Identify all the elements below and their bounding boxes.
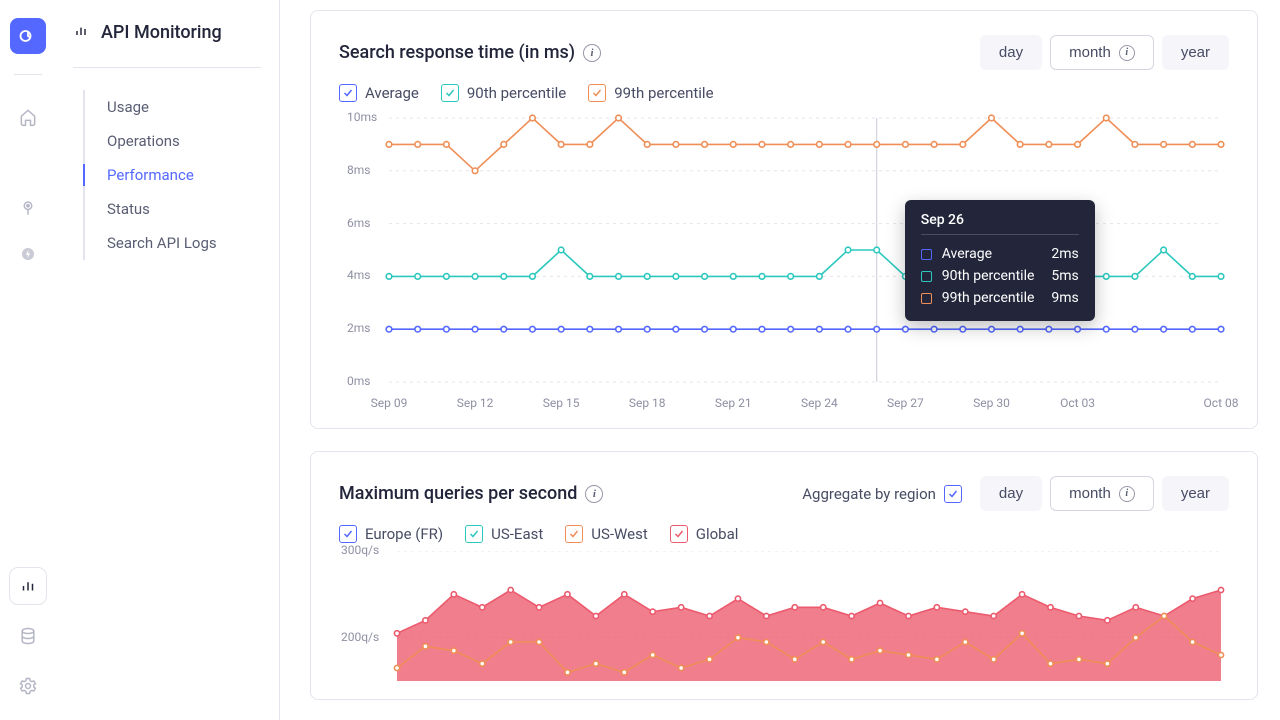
aggregate-by-region[interactable]: Aggregate by region	[802, 485, 962, 503]
icon-rail	[0, 0, 55, 720]
checkbox-icon[interactable]	[588, 84, 606, 102]
legend-item[interactable]: US-West	[565, 525, 647, 543]
card-search-response-time: Search response time (in ms) i day month…	[310, 10, 1258, 429]
info-icon[interactable]: i	[1119, 486, 1135, 502]
checkbox-icon[interactable]	[465, 525, 483, 543]
sidebar-item-status[interactable]: Status	[85, 192, 279, 226]
info-icon[interactable]: i	[583, 44, 601, 62]
legend-item[interactable]: Europe (FR)	[339, 525, 443, 543]
range-day[interactable]: day	[980, 35, 1042, 70]
checkbox-icon[interactable]	[441, 84, 459, 102]
sidebar: API Monitoring UsageOperationsPerformanc…	[55, 0, 280, 720]
checkbox-icon[interactable]	[670, 525, 688, 543]
card-max-qps: Maximum queries per second i Aggregate b…	[310, 451, 1258, 700]
info-icon[interactable]: i	[585, 485, 603, 503]
sidebar-item-performance[interactable]: Performance	[85, 158, 279, 192]
range-day[interactable]: day	[980, 476, 1042, 511]
chart-response-time[interactable]: 0ms2ms4ms6ms8ms10msSep 09Sep 12Sep 15Sep…	[339, 110, 1229, 410]
range-month[interactable]: month i	[1050, 476, 1154, 511]
legend-item[interactable]: Average	[339, 84, 419, 102]
checkbox-icon[interactable]	[339, 84, 357, 102]
analytics-icon[interactable]	[10, 568, 46, 604]
main-content: Search response time (in ms) i day month…	[280, 0, 1280, 720]
sidebar-item-search-api-logs[interactable]: Search API Logs	[85, 226, 279, 260]
checkbox-icon[interactable]	[565, 525, 583, 543]
legend-item[interactable]: Global	[670, 525, 739, 543]
app-logo[interactable]	[10, 18, 46, 54]
card-title: Maximum queries per second i	[339, 483, 603, 504]
range-month[interactable]: month i	[1050, 35, 1154, 70]
gear-icon[interactable]	[10, 668, 46, 704]
checkbox-icon[interactable]	[339, 525, 357, 543]
sidebar-title: API Monitoring	[101, 22, 222, 43]
card-title: Search response time (in ms) i	[339, 42, 601, 63]
legend-item[interactable]: 99th percentile	[588, 84, 713, 102]
sidebar-item-operations[interactable]: Operations	[85, 124, 279, 158]
time-range: day month i year	[980, 35, 1229, 70]
range-year[interactable]: year	[1162, 35, 1229, 70]
pin-icon[interactable]	[10, 190, 46, 226]
sidebar-item-usage[interactable]: Usage	[85, 90, 279, 124]
info-icon[interactable]: i	[1119, 45, 1135, 61]
checkbox-icon[interactable]	[944, 485, 962, 503]
legend-item[interactable]: 90th percentile	[441, 84, 566, 102]
home-icon[interactable]	[10, 99, 46, 135]
zap-icon[interactable]	[10, 236, 46, 272]
chart-max-qps[interactable]: 200q/s300q/s	[339, 551, 1229, 681]
database-icon[interactable]	[10, 618, 46, 654]
bars-icon	[73, 23, 89, 43]
legend-item[interactable]: US-East	[465, 525, 543, 543]
range-year[interactable]: year	[1162, 476, 1229, 511]
